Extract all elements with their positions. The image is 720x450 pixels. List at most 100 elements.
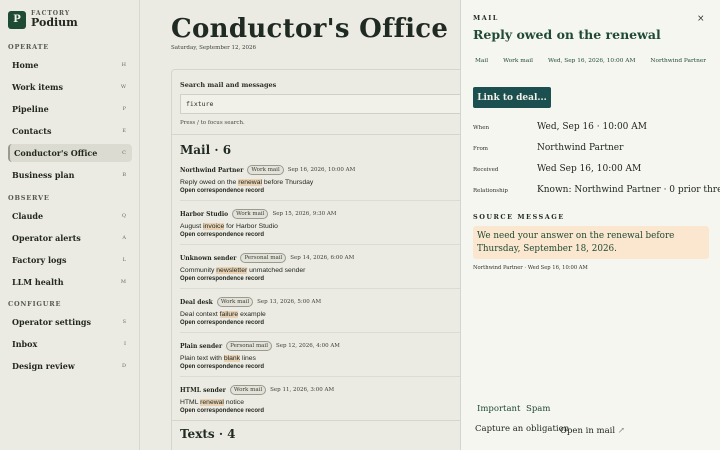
source-message: We need your answer on the renewal befor… (473, 226, 709, 259)
open-in-mail-label: Open in mail (560, 426, 616, 436)
mail-sender: HTML sender (180, 386, 226, 394)
shortcut-key: M (120, 279, 126, 285)
important-button[interactable]: Important (477, 404, 520, 414)
shortcut-key: I (124, 341, 126, 347)
mail-date: Sep 16, 2026, 10:00 AM (287, 167, 356, 173)
divider (180, 332, 470, 333)
sidebar-item-claude[interactable]: Claude Q (8, 207, 132, 225)
sidebar-item-label: Inbox (12, 339, 38, 349)
shortcut-key: A (122, 235, 126, 241)
source-message-kicker: SOURCE MESSAGE (473, 213, 565, 221)
shortcut-key: H (121, 62, 126, 68)
divider (180, 376, 470, 377)
sidebar-item-label: Claude (12, 211, 44, 221)
capture-obligation-button[interactable]: Capture an obligation (475, 424, 569, 434)
sidebar-item-inbox[interactable]: Inbox I (8, 335, 132, 353)
search-label: Search mail and messages (180, 81, 277, 89)
mail-subject: HTML renewal notice (180, 399, 244, 406)
mail-sender: Northwind Partner (180, 166, 244, 174)
sidebar-item-label: Home (12, 60, 39, 70)
sidebar-item-operator-alerts[interactable]: Operator alerts A (8, 229, 132, 247)
open-record-link[interactable]: Open correspondence record (180, 275, 470, 283)
panel-title: Reply owed on the renewal (473, 27, 661, 42)
field-value-from: Northwind Partner (537, 143, 624, 153)
mail-subject: Community newsletter unmatched sender (180, 267, 306, 274)
sidebar-item-operator-settings[interactable]: Operator settings S (8, 313, 132, 331)
shortcut-key: Q (121, 213, 126, 219)
mail-item[interactable]: HTML sender Work mail Sep 11, 2026, 3:00 A… (180, 384, 470, 415)
shortcut-key: P (122, 106, 126, 112)
tab-work-mail[interactable]: Work mail (501, 57, 535, 65)
mail-item[interactable]: Harbor Studio Work mail Sep 15, 2026, 9:30… (180, 208, 470, 239)
open-record-link[interactable]: Open correspondence record (180, 407, 470, 415)
brand[interactable]: P FACTORY Podium (8, 10, 78, 29)
mail-item[interactable]: Unknown sender Personal mail Sep 14, 2026,… (180, 252, 470, 283)
mail-item[interactable]: Deal desk Work mail Sep 13, 2026, 5:00 AM … (180, 296, 470, 327)
sidebar-item-factory-logs[interactable]: Factory logs L (8, 251, 132, 269)
sidebar-item-business-plan[interactable]: Business plan B (8, 166, 132, 184)
brand-name: Podium (31, 16, 78, 29)
tab-sender[interactable]: Northwind Partner (648, 57, 708, 65)
mail-date: Sep 12, 2026, 4:00 AM (275, 343, 340, 349)
mail-item[interactable]: Northwind Partner Work mail Sep 16, 2026, … (180, 164, 470, 195)
field-value-when: Wed, Sep 16 · 10:00 AM (537, 122, 647, 132)
search-hint: Press / to focus search. (180, 120, 245, 126)
field-label-from: From (473, 146, 488, 152)
open-in-mail-link[interactable]: Open in mail ↗ (560, 426, 625, 436)
open-record-link[interactable]: Open correspondence record (180, 187, 470, 195)
panel-tabs: Mail Work mail Wed, Sep 16, 2026, 10:00 … (473, 57, 719, 65)
tab-date[interactable]: Wed, Sep 16, 2026, 10:00 AM (546, 57, 637, 65)
mail-item[interactable]: Plain sender Personal mail Sep 12, 2026, 4… (180, 340, 470, 371)
sidebar-item-label: Operator alerts (12, 233, 81, 243)
sidebar-item-label: Contacts (12, 126, 52, 136)
search-card: Search mail and messages fixture Press /… (171, 69, 472, 450)
sidebar-item-home[interactable]: Home H (8, 56, 132, 74)
mail-sender: Plain sender (180, 342, 223, 350)
mail-date: Sep 13, 2026, 5:00 AM (257, 299, 322, 305)
external-link-icon: ↗ (617, 426, 625, 436)
open-record-link[interactable]: Open correspondence record (180, 231, 470, 239)
divider (180, 288, 470, 289)
mail-sender: Deal desk (180, 298, 213, 306)
sidebar-item-label: Operator settings (12, 317, 92, 327)
shortcut-key: E (122, 128, 126, 134)
shortcut-key: W (120, 84, 126, 90)
page-date: Saturday, September 12, 2026 (171, 45, 256, 51)
shortcut-key: D (121, 363, 126, 369)
sidebar-item-design-review[interactable]: Design review D (8, 357, 132, 375)
mail-sender: Harbor Studio (180, 210, 229, 218)
close-icon[interactable]: × (697, 14, 705, 24)
section-observe: OBSERVE (8, 194, 50, 202)
sidebar-item-conductors-office[interactable]: Conductor's Office C (8, 144, 132, 162)
sidebar-item-label: Business plan (12, 170, 75, 180)
mail-subject: August invoice for Harbor Studio (180, 223, 278, 230)
mail-tag: Work mail (229, 385, 267, 395)
open-record-link[interactable]: Open correspondence record (180, 319, 470, 327)
shortcut-key: C (122, 150, 126, 156)
shortcut-key: B (122, 172, 126, 178)
page-title: Conductor's Office (171, 14, 449, 44)
sidebar-item-pipeline[interactable]: Pipeline P (8, 100, 132, 118)
mail-date: Sep 14, 2026, 6:00 AM (290, 255, 355, 261)
mail-date: Sep 15, 2026, 9:30 AM (272, 211, 337, 217)
sidebar-item-contacts[interactable]: Contacts E (8, 122, 132, 140)
brand-logo: P (8, 10, 26, 29)
sidebar-item-work-items[interactable]: Work items W (8, 78, 132, 96)
divider (172, 134, 472, 135)
mail-sender: Unknown sender (180, 254, 237, 262)
tab-mail[interactable]: Mail (473, 57, 490, 65)
divider (172, 420, 472, 421)
mail-tag: Personal mail (226, 341, 272, 351)
sidebar-item-label: Pipeline (12, 104, 49, 114)
source-footer: Northwind Partner · Wed Sep 16, 10:00 AM (473, 265, 588, 271)
sidebar-item-label: Work items (12, 82, 64, 92)
texts-heading: Texts · 4 (180, 427, 236, 441)
open-record-link[interactable]: Open correspondence record (180, 363, 470, 371)
sidebar-item-label: LLM health (12, 277, 64, 287)
link-to-deal-button[interactable]: Link to deal... (473, 87, 551, 108)
shortcut-key: L (122, 257, 126, 263)
sidebar-item-llm-health[interactable]: LLM health M (8, 273, 132, 291)
mail-subject: Reply owed on the renewal before Thursda… (180, 179, 314, 186)
search-input[interactable]: fixture (180, 94, 470, 114)
spam-button[interactable]: Spam (526, 404, 550, 414)
